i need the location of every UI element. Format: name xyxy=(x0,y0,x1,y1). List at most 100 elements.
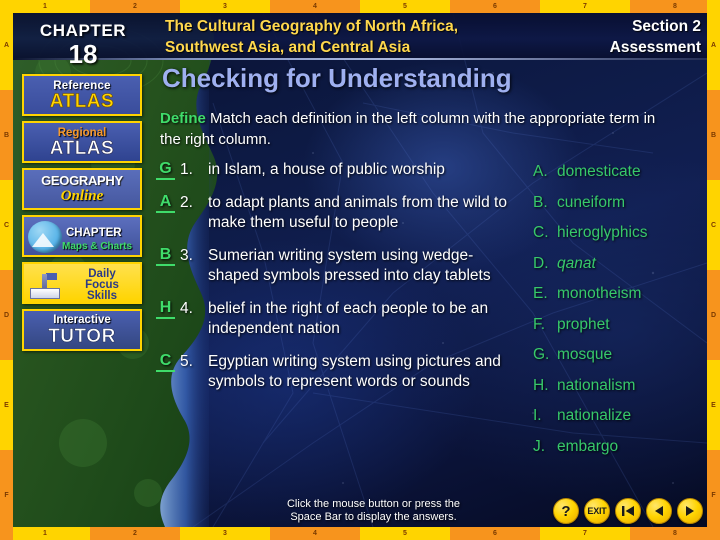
term-row: I. nationalize xyxy=(533,406,713,425)
sidebar-item-regional-atlas[interactable]: Regional ATLAS xyxy=(22,121,142,163)
ruler-segment: 6 xyxy=(450,0,540,13)
definition-number-2: 2. xyxy=(180,194,193,211)
daily-focus-label-3: Skills xyxy=(86,290,118,302)
sidebar-item-geography-online[interactable]: GEOGRAPHY Online xyxy=(22,168,142,210)
term-text-b: cuneiform xyxy=(557,193,626,211)
question-mark-icon: ? xyxy=(561,502,571,520)
help-button[interactable]: ? xyxy=(553,498,579,524)
next-slide-button[interactable] xyxy=(677,498,703,524)
ruler-bottom: 12345678 xyxy=(0,527,720,540)
chart-icon xyxy=(32,233,54,247)
term-letter-j: J. xyxy=(533,437,546,455)
definition-text-2: to adapt plants and animals from the wil… xyxy=(208,194,507,231)
ruler-segment: D xyxy=(707,270,720,360)
exit-button[interactable]: EXIT xyxy=(584,498,610,524)
definition-number-5: 5. xyxy=(180,353,193,370)
definition-row: A 2. to adapt plants and animals from th… xyxy=(156,193,516,233)
skip-to-start-icon xyxy=(622,506,634,516)
instruction-hint: Click the mouse button or press the Spac… xyxy=(236,498,511,524)
ruler-segment: E xyxy=(707,360,720,450)
term-letter-c: C. xyxy=(533,224,549,241)
ruler-segment: 5 xyxy=(360,527,450,540)
definition-text-1: in Islam, a house of public worship xyxy=(208,161,445,178)
term-letter-d: D. xyxy=(533,254,549,272)
instruction-text: Define Match each definition in the left… xyxy=(160,108,680,150)
navigation-bar: ? EXIT xyxy=(553,498,703,524)
term-letter-g: G. xyxy=(533,346,550,363)
term-text-j: embargo xyxy=(557,437,619,455)
ruler-segment: B xyxy=(0,90,13,180)
page-title: Checking for Understanding xyxy=(162,63,512,93)
term-text-i: nationalize xyxy=(557,407,632,424)
ruler-left: ABCDEF xyxy=(0,0,13,540)
hint-line-1: Click the mouse button or press the xyxy=(286,498,461,510)
interactive-tutor-label-main: TUTOR xyxy=(48,326,116,347)
ruler-segment: 1 xyxy=(0,0,90,13)
previous-slide-button[interactable] xyxy=(646,498,672,524)
next-arrow-icon xyxy=(686,506,694,516)
ruler-segment: 2 xyxy=(90,527,180,540)
definition-number-4: 4. xyxy=(180,300,193,317)
ruler-segment: F xyxy=(707,450,720,540)
ruler-segment: A xyxy=(707,0,720,90)
sidebar-navigation: Reference ATLAS Regional ATLAS GEOGRAPHY… xyxy=(22,74,142,356)
ruler-segment: A xyxy=(0,0,13,90)
sidebar-item-interactive-tutor[interactable]: Interactive TUTOR xyxy=(22,309,142,351)
sidebar-item-chapter-maps-charts[interactable]: CHAPTER Maps & Charts xyxy=(22,215,142,257)
definition-text-3: Sumerian writing system using wedge-shap… xyxy=(208,247,491,284)
definition-number-3: 3. xyxy=(180,247,193,264)
reference-atlas-label-main: ATLAS xyxy=(49,90,115,112)
instruction-body: Match each definition in the left column… xyxy=(160,110,656,148)
term-row: A. domesticate xyxy=(533,162,713,181)
term-text-c: hieroglyphics xyxy=(557,224,648,241)
term-letter-f: F. xyxy=(533,315,546,333)
hint-line-2: Space Bar to display the answers. xyxy=(290,511,457,523)
definition-answer-2: A xyxy=(156,193,175,213)
chapter-maps-label-main: Maps & Charts xyxy=(62,241,133,252)
presentation-slide: The Cultural Geography of North Africa, … xyxy=(0,0,720,540)
geography-online-label-main: Online xyxy=(60,188,104,204)
section-label: Section 2 Assessment xyxy=(501,16,701,58)
ruler-segment: 3 xyxy=(180,527,270,540)
ruler-segment: 1 xyxy=(0,527,90,540)
ruler-right: ABCDEF xyxy=(707,0,720,540)
chapter-maps-label-top: CHAPTER xyxy=(66,227,122,239)
term-letter-e: E. xyxy=(533,285,548,302)
term-row: H. nationalism xyxy=(533,376,713,395)
sidebar-item-daily-focus-skills[interactable]: Daily Focus Skills xyxy=(22,262,142,304)
ruler-segment: 4 xyxy=(270,527,360,540)
term-row: G. mosque xyxy=(533,345,713,364)
sidebar-item-reference-atlas[interactable]: Reference ATLAS xyxy=(22,74,142,116)
section-label-line2: Assessment xyxy=(609,39,701,56)
first-slide-button[interactable] xyxy=(615,498,641,524)
term-text-f: prophet xyxy=(557,315,610,333)
regional-atlas-label-main: ATLAS xyxy=(49,137,115,159)
geography-online-label-top: GEOGRAPHY xyxy=(41,173,123,188)
chapter-label: CHAPTER xyxy=(39,20,127,40)
ruler-segment: B xyxy=(707,90,720,180)
term-row: C. hieroglyphics xyxy=(533,223,713,242)
definition-answer-1: G xyxy=(156,160,175,180)
exit-icon: EXIT xyxy=(587,506,607,516)
term-text-g: mosque xyxy=(557,346,613,363)
ruler-segment: D xyxy=(0,270,13,360)
definition-number-1: 1. xyxy=(180,161,193,178)
term-row: B. cuneiform xyxy=(533,193,713,212)
definition-answer-3: B xyxy=(156,246,175,266)
term-text-d: qanat xyxy=(557,254,596,272)
term-letter-i: I. xyxy=(533,407,542,424)
ruler-top: 12345678 xyxy=(0,0,720,13)
ruler-segment: 7 xyxy=(540,527,630,540)
ruler-segment: 4 xyxy=(270,0,360,13)
term-row: E. monotheism xyxy=(533,284,713,303)
ruler-segment: F xyxy=(0,450,13,540)
definition-row: H 4. belief in the right of each people … xyxy=(156,299,516,339)
term-text-a: domesticate xyxy=(557,163,641,180)
ruler-segment: 5 xyxy=(360,0,450,13)
ruler-segment: C xyxy=(707,180,720,270)
term-letter-a: A. xyxy=(533,163,548,180)
term-text-h: nationalism xyxy=(557,376,636,394)
definition-row: B 3. Sumerian writing system using wedge… xyxy=(156,246,516,286)
ruler-segment: 3 xyxy=(180,0,270,13)
definition-answer-5: C xyxy=(156,352,175,372)
